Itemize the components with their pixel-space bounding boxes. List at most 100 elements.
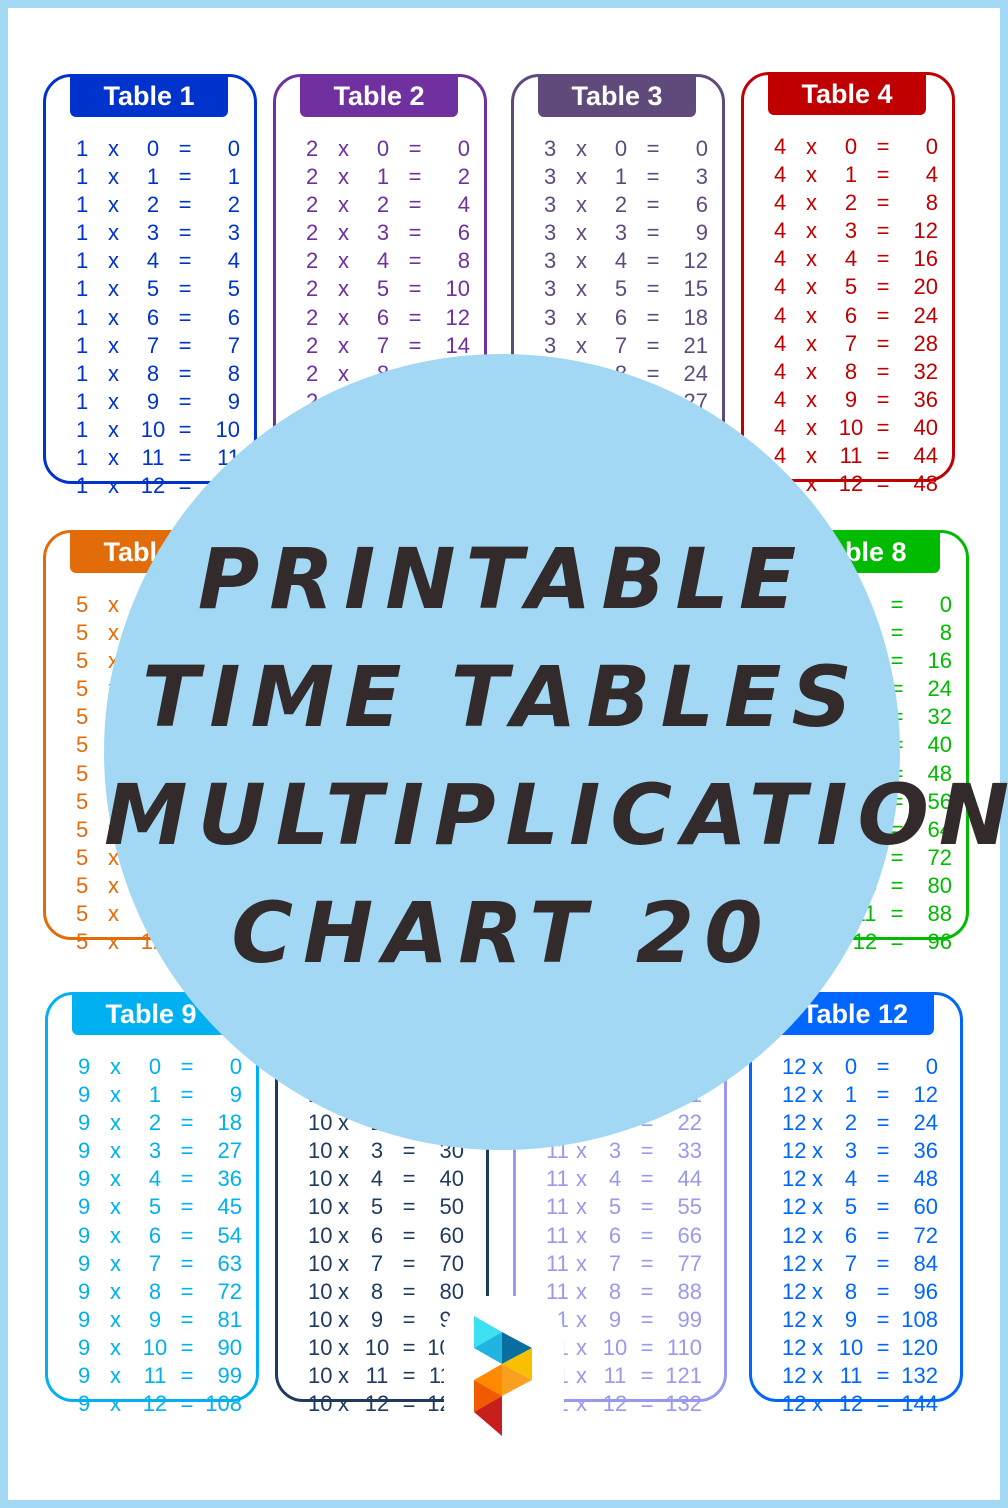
- table-row: 4 x 11 = 44: [774, 443, 938, 469]
- table-row: 3 x 3 = 9: [544, 220, 708, 246]
- table-row: 10 x 6 = 60: [308, 1222, 464, 1248]
- table-row: 12 x 8 = 96: [782, 1278, 938, 1304]
- table-row: 9 x 6 = 54: [78, 1222, 242, 1248]
- table-row: 9 x 11 = 99: [78, 1363, 242, 1389]
- table-row: 4 x 2 = 8: [774, 190, 938, 216]
- title-line-4: CHART 20: [231, 884, 773, 982]
- table-row: 11x12=132: [546, 1391, 702, 1417]
- table-rows: 4 x 0 = 0 4 x 1 = 4 4 x 2 = 8 4 x 3 = 12 4 x 4 = 16 4 x 5 = 20 4 x 6 = 24 4…: [774, 133, 938, 498]
- table-row: 2 x 6 = 12: [306, 304, 470, 330]
- table-row: 2 x 1 = 2: [306, 164, 470, 190]
- table-row: 4 x 1 = 4: [774, 162, 938, 188]
- table-row: 11x9=99: [546, 1306, 702, 1332]
- table-row: 3 x 5 = 15: [544, 276, 708, 302]
- table-row: 10x9=90: [308, 1306, 464, 1332]
- table-row: 9 x 10 = 90: [78, 1334, 242, 1360]
- table-row: 9 x 5 = 45: [78, 1194, 242, 1220]
- table-row: 12 x 5 = 60: [782, 1194, 938, 1220]
- table-row: 1 x 6 = 6: [76, 304, 240, 330]
- table-row: 9 x 12 = 108: [78, 1391, 242, 1417]
- table-row: 12 x 6 = 72: [782, 1222, 938, 1248]
- table-row: 4 x 3 = 12: [774, 218, 938, 244]
- table-row: 12 x 1 = 12: [782, 1082, 938, 1108]
- table-row: 10 x 5 = 50: [308, 1194, 464, 1220]
- table-row: 2 x 5 = 10: [306, 276, 470, 302]
- table-row: 9 x 4 = 36: [78, 1166, 242, 1192]
- table-row: 10x12=120: [308, 1391, 464, 1417]
- table-row: 10 x 7 = 70: [308, 1250, 464, 1276]
- table-row: 2 x 2 = 4: [306, 192, 470, 218]
- table-title: Table 3: [538, 75, 696, 117]
- table-row: 3 x 6 = 18: [544, 304, 708, 330]
- table-row: 3 x 0 = 0: [544, 136, 708, 161]
- table-row: 11 x 5 = 55: [546, 1194, 702, 1220]
- table-row: 4 x 5 = 20: [774, 274, 938, 300]
- table-row: 10x10=100: [308, 1334, 464, 1360]
- table-title: Table 1: [70, 75, 228, 117]
- poster-title: PRINTABLE TIME TABLES MULTIPLICATION CHA…: [104, 520, 1008, 992]
- table-row: 1 x 1 = 1: [76, 164, 240, 190]
- table-row: 10 x 8 = 80: [308, 1278, 464, 1304]
- table-row: 10 x 4 = 40: [308, 1166, 464, 1192]
- table-row: 4 x 6 = 24: [774, 302, 938, 328]
- table-title: Table 4: [768, 73, 926, 115]
- table-row: 12 x 3 = 36: [782, 1138, 938, 1164]
- table-row: 3 x 2 = 6: [544, 192, 708, 218]
- table-row: 1 x 9 = 9: [76, 388, 240, 414]
- table-row: 9 x 7 = 63: [78, 1250, 242, 1276]
- title-line-1: PRINTABLE: [197, 530, 807, 628]
- table-row: 4 x 0 = 0: [774, 134, 938, 159]
- table-row: 1 x 4 = 4: [76, 248, 240, 274]
- table-card-4: Table 4 4 x 0 = 0 4 x 1 = 4 4 x 2 = 8 4 x 3 = 12 4 x 4 = 16 4 x 5 = 20…: [741, 72, 955, 496]
- table-row: 11 x 4 = 44: [546, 1166, 702, 1192]
- table-row: 2 x 4 = 8: [306, 248, 470, 274]
- table-row: 12 x 11 = 132: [782, 1363, 938, 1389]
- table-row: 10x11=110: [308, 1363, 464, 1389]
- table-row: 9 x 8 = 72: [78, 1278, 242, 1304]
- table-row: 9 x 3 = 27: [78, 1138, 242, 1164]
- table-row: 4 x 7 = 28: [774, 330, 938, 356]
- table-row: 11 x 7 = 77: [546, 1250, 702, 1276]
- table-row: 1 x 0 = 0: [76, 136, 240, 161]
- table-row: 2 x 3 = 6: [306, 220, 470, 246]
- table-card-1: Table 1 1 x 0 = 0 1 x 1 = 1 1 x 2 = 2 1 x 3 = 3 1 x 4 = 4 1 x 5 = 5 1 x 6…: [43, 74, 257, 498]
- table-row: 11x11=121: [546, 1363, 702, 1389]
- table-row: 1 x 8 = 8: [76, 360, 240, 386]
- table-row: 4 x 8 = 32: [774, 358, 938, 384]
- table-row: 12 x 2 = 24: [782, 1110, 938, 1136]
- table-rows: 1 x 0 = 0 1 x 1 = 1 1 x 2 = 2 1 x 3 = 3 1 x 4 = 4 1 x 5 = 5 1 x 6 = 6 1 x 7 = 7…: [76, 135, 240, 500]
- table-title: Table 2: [300, 75, 458, 117]
- table-row: 4 x 4 = 16: [774, 246, 938, 272]
- table-row: 11 x 6 = 66: [546, 1222, 702, 1248]
- table-row: 4 x 10 = 40: [774, 414, 938, 440]
- table-row: 9 x 9 = 81: [78, 1306, 242, 1332]
- table-row: 1 x 10 = 10: [76, 416, 240, 442]
- table-row: 12 x 10 = 120: [782, 1334, 938, 1360]
- table-row: 11x10=110: [546, 1334, 702, 1360]
- table-row: 9 x 1 = 9: [78, 1082, 242, 1108]
- table-row: 12 x 7 = 84: [782, 1250, 938, 1276]
- brand-logo-icon: [444, 1296, 564, 1446]
- table-row: 3 x 7 = 21: [544, 332, 708, 358]
- table-row: 4 x 9 = 36: [774, 386, 938, 412]
- table-row: 1 x 7 = 7: [76, 332, 240, 358]
- table-row: 12 x 9 = 108: [782, 1306, 938, 1332]
- table-row: 3 x 4 = 12: [544, 248, 708, 274]
- table-row: 11 x 8 = 88: [546, 1278, 702, 1304]
- table-rows: 9 x 0 = 0 9 x 1 = 9 9 x 2 = 18 9 x 3 = 27 9 x 4 = 36 9 x 5 = 45 9 x 6 = 54…: [78, 1053, 242, 1418]
- table-row: 12 x 4 = 48: [782, 1166, 938, 1192]
- table-rows: 12 x 0 = 0 12 x 1 = 12 12 x 2 = 24 12 x 3 = 36 12 x 4 = 48 12 x 5 = 6…: [782, 1053, 938, 1418]
- table-card-12: Table 12 12 x 0 = 0 12 x 1 = 12 12 x 2 = 24 12 x 3 = 36 12 x 4 =…: [749, 992, 963, 1416]
- table-row: 1 x 3 = 3: [76, 220, 240, 246]
- table-row: 9 x 2 = 18: [78, 1110, 242, 1136]
- table-row: 3 x 1 = 3: [544, 164, 708, 190]
- table-row: 1 x 2 = 2: [76, 192, 240, 218]
- title-line-3: MULTIPLICATION: [104, 766, 1008, 864]
- table-row: 9 x 0 = 0: [78, 1054, 242, 1079]
- table-row: 2 x 7 = 14: [306, 332, 470, 358]
- table-card-9: Table 9 9 x 0 = 0 9 x 1 = 9 9 x 2 = 18 9 x 3 = 27 9 x 4 = 36 9 x 5 = 4…: [45, 992, 259, 1416]
- table-row: 12 x 0 = 0: [782, 1054, 938, 1079]
- table-row: 1 x 11 = 11: [76, 445, 240, 471]
- table-row: 12 x 12 = 144: [782, 1391, 938, 1417]
- title-line-2: TIME TABLES: [142, 648, 862, 746]
